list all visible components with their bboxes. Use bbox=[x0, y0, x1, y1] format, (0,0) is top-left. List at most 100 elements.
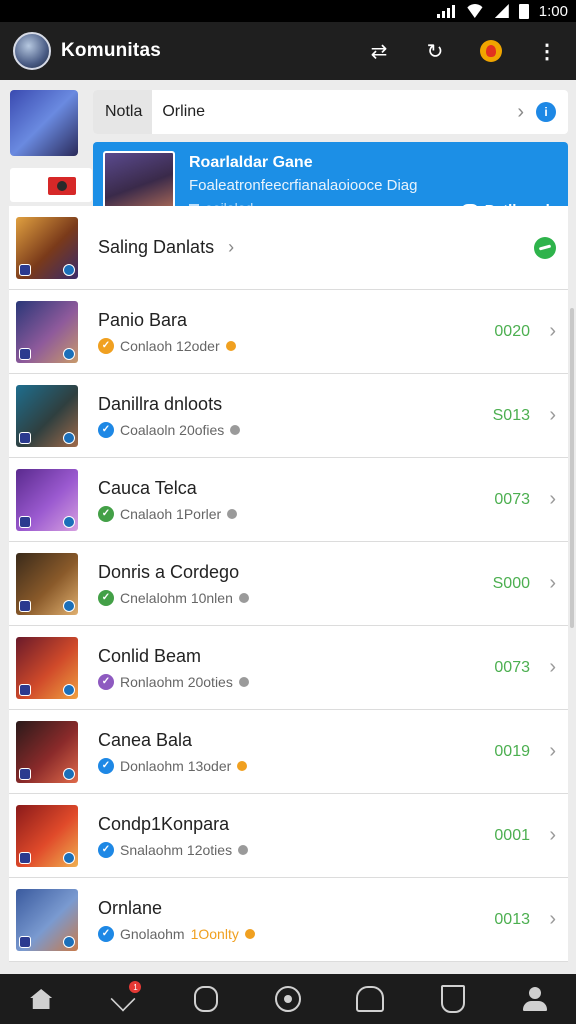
list-item-name: Condp1Konpara bbox=[98, 813, 230, 834]
list-item-meta-text: Gnolaohm bbox=[120, 925, 185, 942]
rank-badge-icon bbox=[19, 263, 31, 276]
role-badge-icon bbox=[63, 599, 75, 612]
chevron-right-icon[interactable]: › bbox=[549, 908, 556, 931]
list-item-meta: ✓ Donlaohm 13oder bbox=[98, 757, 248, 774]
list-item-thumbnail bbox=[16, 804, 78, 867]
share-icon[interactable]: ⇄ bbox=[368, 40, 390, 63]
list-item[interactable]: Danillra dnloots ✓ Coalaoln 20ofies S013… bbox=[9, 374, 568, 458]
list-header-row[interactable]: Saling Danlats › bbox=[9, 206, 568, 290]
profile-card-icon[interactable] bbox=[356, 985, 384, 1013]
list-item-name: Ornlane bbox=[98, 897, 163, 918]
checkin-icon[interactable]: 1 bbox=[109, 981, 142, 1013]
list-item-thumbnail bbox=[16, 300, 78, 363]
list-item[interactable]: Ornlane ✓ Gnolaohm 1Oonlty 0013 › bbox=[9, 878, 568, 962]
cell-signal-icon bbox=[494, 4, 509, 18]
reaction-icon bbox=[244, 928, 255, 939]
role-badge-icon bbox=[63, 515, 75, 528]
list-item-thumbnail bbox=[16, 468, 78, 531]
list-item-meta: ✓ Gnolaohm 1Oonlty bbox=[98, 925, 255, 942]
wifi-icon bbox=[465, 4, 485, 18]
bottom-nav: 1 bbox=[0, 974, 576, 1024]
status-check-icon: ✓ bbox=[98, 673, 114, 690]
rank-badge-icon bbox=[19, 683, 31, 696]
refresh-icon[interactable]: ↻ bbox=[424, 40, 446, 63]
chevron-right-icon[interactable]: › bbox=[549, 488, 556, 511]
avatar[interactable] bbox=[13, 32, 51, 70]
featured-subtitle: Foaleatronfeecrfianalaoiooce Diag bbox=[189, 177, 418, 194]
chevron-right-icon[interactable]: › bbox=[517, 101, 524, 124]
list-item[interactable]: Cauca Telca ✓ Cnalaoh 1Porler 0073 › bbox=[9, 458, 568, 542]
list-item-count: S013 bbox=[492, 406, 530, 424]
rank-badge-icon bbox=[19, 767, 31, 780]
list-item[interactable]: Panio Bara ✓ Conlaoh 12oder 0020 › bbox=[9, 290, 568, 374]
role-badge-icon bbox=[63, 935, 75, 948]
list-item-thumbnail bbox=[16, 636, 78, 699]
role-badge-icon bbox=[63, 263, 75, 276]
list-item-count: 0073 bbox=[494, 490, 530, 508]
reaction-icon bbox=[237, 760, 248, 771]
notification-icon[interactable] bbox=[480, 40, 502, 62]
region-flag-card[interactable] bbox=[10, 168, 92, 202]
rank-badge-icon bbox=[19, 515, 31, 528]
list-item-meta: ✓ Cnelalohm 10nlen bbox=[98, 589, 249, 606]
main-content[interactable]: Notla Orline › i Roarlaldar Gane Foaleat… bbox=[0, 80, 576, 974]
status-check-icon: ✓ bbox=[98, 421, 114, 438]
list-item-meta-text: Cnalaoh 1Porler bbox=[120, 505, 222, 522]
status-bar: 1:00 bbox=[0, 0, 576, 22]
list-item-name: Cauca Telca bbox=[98, 477, 197, 498]
list-item-count: 0013 bbox=[494, 910, 530, 928]
reaction-icon bbox=[230, 424, 241, 435]
chevron-right-icon[interactable]: › bbox=[549, 572, 556, 595]
chevron-right-icon[interactable]: › bbox=[549, 320, 556, 343]
list-item-meta: ✓ Coalaoln 20ofies bbox=[98, 421, 241, 438]
more-icon[interactable]: ⋮ bbox=[536, 40, 558, 63]
document-icon[interactable] bbox=[439, 985, 467, 1013]
tab-orline[interactable]: Orline bbox=[152, 90, 215, 134]
info-icon[interactable]: i bbox=[536, 102, 556, 122]
status-check-icon: ✓ bbox=[98, 757, 114, 774]
status-check-icon: ✓ bbox=[98, 925, 114, 942]
scrollbar[interactable] bbox=[570, 308, 574, 628]
home-icon[interactable] bbox=[27, 985, 55, 1013]
list-item[interactable]: Conlid Beam ✓ Ronlaohm 20oties 0073 › bbox=[9, 626, 568, 710]
user-icon[interactable] bbox=[521, 985, 549, 1013]
status-check-icon: ✓ bbox=[98, 337, 114, 354]
role-badge-icon bbox=[63, 851, 75, 864]
tab-notla[interactable]: Notla bbox=[93, 90, 153, 134]
status-check-icon: ✓ bbox=[98, 841, 114, 858]
eye-icon[interactable] bbox=[274, 985, 302, 1013]
list-item-name: Canea Bala bbox=[98, 729, 193, 750]
featured-title: Roarlaldar Gane bbox=[189, 154, 313, 171]
role-badge-icon bbox=[63, 767, 75, 780]
list-item-count: 0073 bbox=[494, 658, 530, 676]
list-item-meta-text: Cnelalohm 10nlen bbox=[120, 589, 233, 606]
rank-badge-icon bbox=[19, 347, 31, 360]
list-item-count: 0001 bbox=[494, 826, 530, 844]
list-item-name: Donris a Cordego bbox=[98, 561, 240, 582]
community-thumbnail[interactable] bbox=[10, 90, 78, 156]
link-icon[interactable] bbox=[192, 985, 220, 1013]
list-item[interactable]: Canea Bala ✓ Donlaohm 13oder 0019 › bbox=[9, 710, 568, 794]
chevron-right-icon[interactable]: › bbox=[549, 404, 556, 427]
list-item-count: 0020 bbox=[494, 322, 530, 340]
chevron-right-icon[interactable]: › bbox=[549, 740, 556, 763]
list-item[interactable]: Condp1Konpara ✓ Snalaohm 12oties 0001 › bbox=[9, 794, 568, 878]
list-item-meta: ✓ Conlaoh 12oder bbox=[98, 337, 236, 354]
list-item-thumbnail bbox=[16, 384, 78, 447]
list-item-meta: ✓ Ronlaohm 20oties bbox=[98, 673, 249, 690]
list-header-thumbnail bbox=[16, 216, 78, 279]
chevron-right-icon[interactable]: › bbox=[549, 824, 556, 847]
community-list: Saling Danlats › Panio Bara ✓ Conlaoh 12o… bbox=[9, 206, 568, 962]
rank-badge-icon bbox=[19, 851, 31, 864]
reaction-icon bbox=[238, 592, 249, 603]
reaction-icon bbox=[238, 844, 249, 855]
list-item-meta-text: Conlaoh 12oder bbox=[120, 337, 220, 354]
chevron-right-icon[interactable]: › bbox=[549, 656, 556, 679]
rank-badge-icon bbox=[19, 599, 31, 612]
list-item-meta: ✓ Snalaohm 12oties bbox=[98, 841, 249, 858]
chevron-right-icon: › bbox=[228, 237, 235, 257]
list-item-thumbnail bbox=[16, 720, 78, 783]
app-bar-actions: ⇄ ↻ ⋮ bbox=[368, 40, 558, 63]
list-item[interactable]: Donris a Cordego ✓ Cnelalohm 10nlen S000… bbox=[9, 542, 568, 626]
role-badge-icon bbox=[63, 431, 75, 444]
